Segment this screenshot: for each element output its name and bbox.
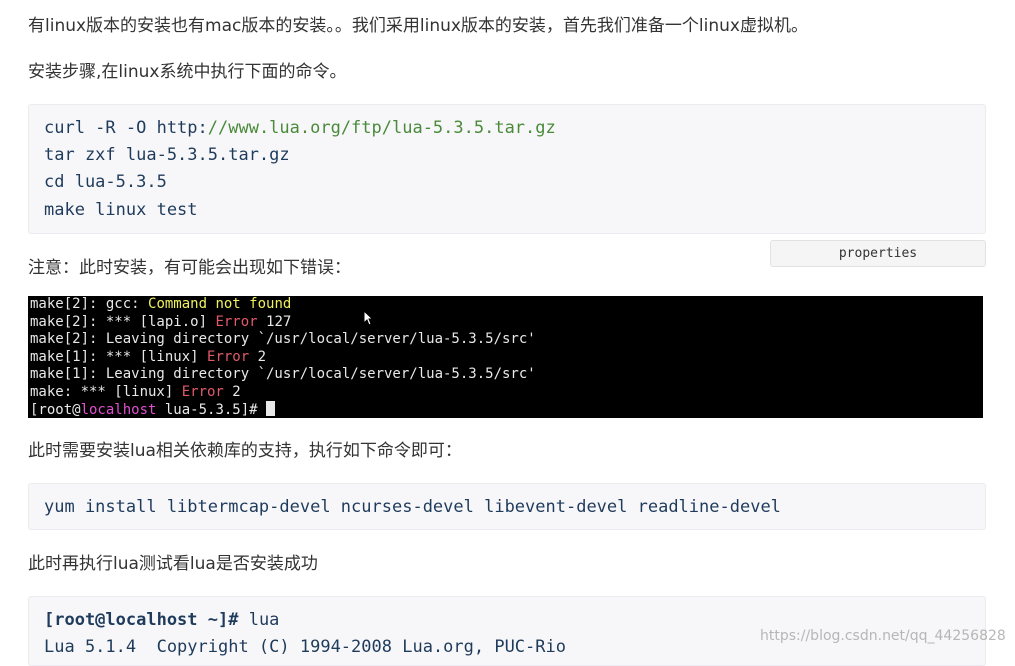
terminal-line: make[1]: *** [linux] Error 2 xyxy=(30,348,267,365)
paragraph-install-intro: 有linux版本的安装也有mac版本的安装。。我们采用linux版本的安装，首先… xyxy=(28,16,808,36)
mouse-pointer-icon xyxy=(363,310,373,326)
code-line-yum: yum install libtermcap-devel ncurses-dev… xyxy=(44,497,781,517)
code-line-lua-version: Lua 5.1.4 Copyright (C) 1994-2008 Lua.or… xyxy=(44,637,566,657)
terminal-cursor-icon xyxy=(266,401,276,416)
csdn-watermark: https://blog.csdn.net/qq_44256828 xyxy=(760,628,1006,644)
terminal-prompt-line: [root@localhost lua-5.3.5]# xyxy=(30,401,276,418)
code-line-make: make linux test xyxy=(44,200,198,220)
paragraph-test: 此时再执行lua测试看lua是否安装成功 xyxy=(28,554,318,574)
terminal-line: make[2]: gcc: Command not found xyxy=(30,296,292,312)
code-line-tar: tar zxf lua-5.3.5.tar.gz xyxy=(44,145,290,165)
paragraph-deps: 此时需要安装lua相关依赖库的支持，执行如下命令即可： xyxy=(28,441,462,461)
code-block-yum: yum install libtermcap-devel ncurses-dev… xyxy=(28,483,986,530)
code-curl-url: //www.lua.org/ftp/lua-5.3.5.tar.gz xyxy=(207,118,556,138)
code-line-curl: curl -R -O http://www.lua.org/ftp/lua-5.… xyxy=(44,117,556,139)
code-curl-prefix: curl -R -O http: xyxy=(44,118,208,138)
terminal-line: make[2]: *** [lapi.o] Error 127 xyxy=(30,313,292,330)
terminal-error-screenshot: make[2]: gcc: Command not found make[2]:… xyxy=(28,296,983,418)
paragraph-install-steps: 安装步骤,在linux系统中执行下面的命令。 xyxy=(28,62,347,82)
terminal-line: make[2]: Leaving directory `/usr/local/s… xyxy=(30,331,536,347)
code-line-cd: cd lua-5.3.5 xyxy=(44,172,167,192)
code-line-lua-prompt: [root@localhost ~]# lua xyxy=(44,610,280,630)
paragraph-error-note: 注意：此时安装，有可能会出现如下错误： xyxy=(28,258,351,278)
terminal-line: make: *** [linux] Error 2 xyxy=(30,383,241,400)
code-block-build-commands: curl -R -O http://www.lua.org/ftp/lua-5.… xyxy=(28,104,986,234)
terminal-line: make[1]: Leaving directory `/usr/local/s… xyxy=(30,366,536,382)
properties-button[interactable]: properties xyxy=(770,240,986,267)
